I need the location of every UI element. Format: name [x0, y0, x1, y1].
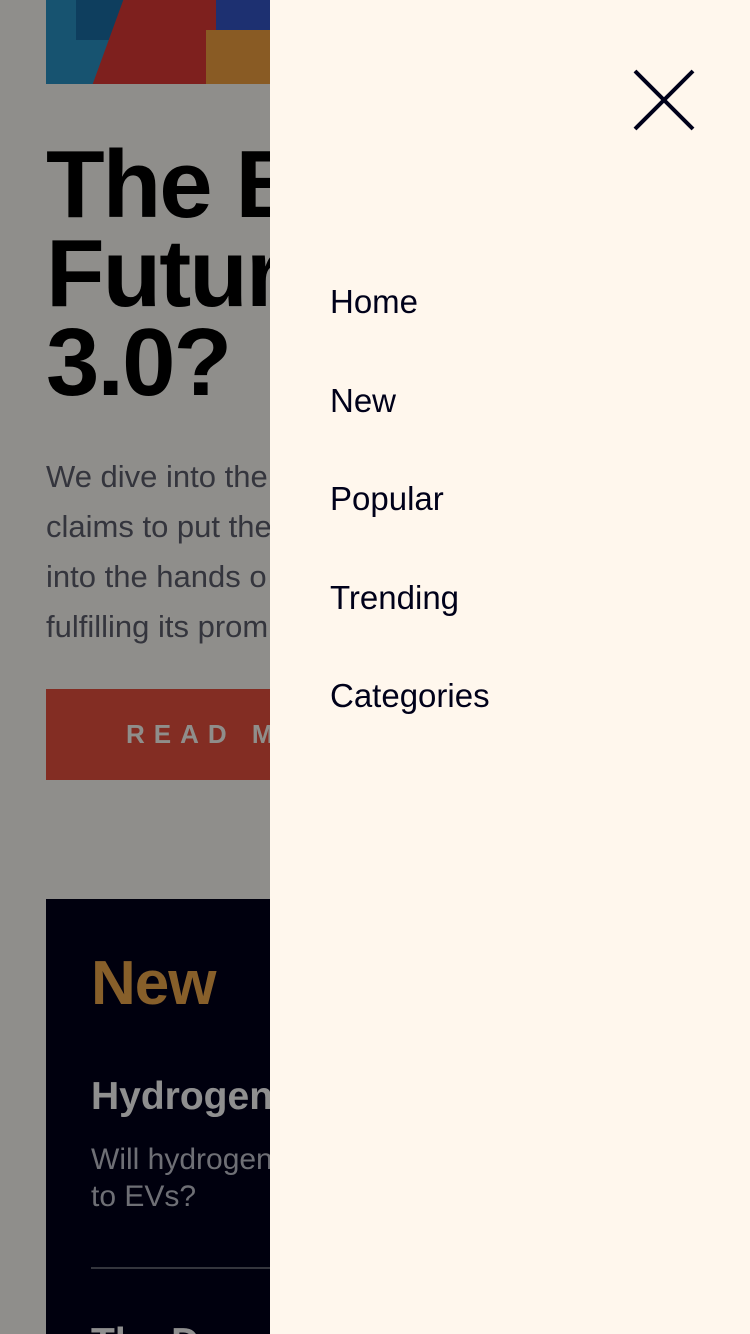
- nav-item-categories[interactable]: Categories: [330, 668, 710, 767]
- nav-item-popular[interactable]: Popular: [330, 471, 710, 570]
- nav-menu: Home New Popular Trending Categories: [330, 274, 710, 767]
- nav-item-label[interactable]: Categories: [330, 668, 490, 724]
- nav-item-home[interactable]: Home: [330, 274, 710, 373]
- close-icon: [633, 69, 695, 131]
- nav-item-label[interactable]: New: [330, 373, 396, 429]
- nav-item-trending[interactable]: Trending: [330, 570, 710, 669]
- navigation-drawer: Home New Popular Trending Categories: [270, 0, 750, 1334]
- nav-item-label[interactable]: Home: [330, 274, 418, 330]
- nav-item-new[interactable]: New: [330, 373, 710, 472]
- nav-item-label[interactable]: Popular: [330, 471, 444, 527]
- nav-item-label[interactable]: Trending: [330, 570, 459, 626]
- close-button[interactable]: [633, 69, 695, 131]
